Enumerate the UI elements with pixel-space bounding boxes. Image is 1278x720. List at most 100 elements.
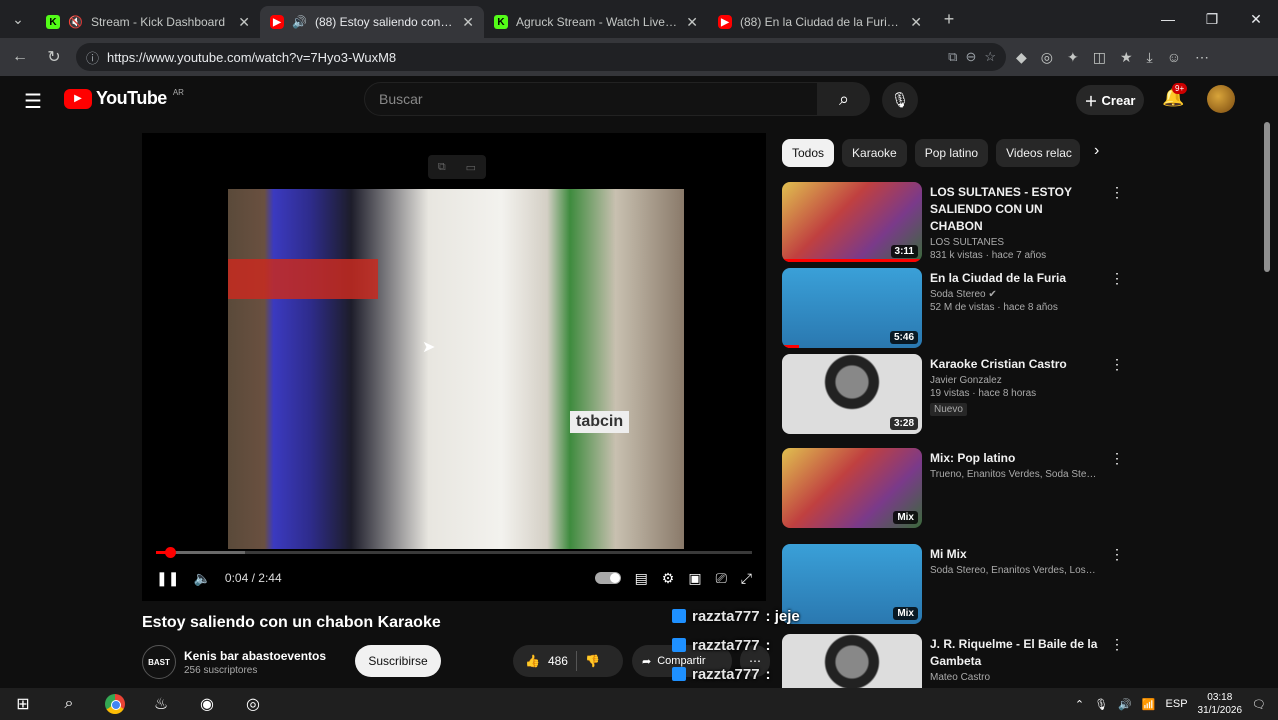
recommendation-thumbnail[interactable]: 3:28: [782, 354, 922, 434]
open-in-app-icon[interactable]: ⧉: [948, 49, 957, 65]
settings-icon[interactable]: ⚙: [662, 570, 675, 587]
miniplayer-icon[interactable]: ▣: [688, 570, 701, 587]
tab-youtube-active[interactable]: ▶ 🔊 (88) Estoy saliendo con un chabon Ka…: [260, 6, 484, 38]
close-tab-icon[interactable]: ✕: [910, 14, 922, 31]
tab-kick-dashboard[interactable]: K 🔇 Stream - Kick Dashboard ✕: [36, 6, 260, 38]
scrollbar[interactable]: [1262, 122, 1272, 682]
theater-icon[interactable]: ▭: [466, 161, 476, 174]
mic-icon[interactable]: 🎙: [1094, 698, 1108, 711]
site-info-icon[interactable]: ⓘ: [86, 48, 99, 67]
like-icon[interactable]: 👍: [525, 654, 540, 668]
chevron-right-icon[interactable]: ›: [1094, 142, 1099, 160]
back-icon[interactable]: ←: [8, 48, 32, 66]
miniplayer-icon[interactable]: ⧉: [438, 161, 446, 174]
recommendation-title[interactable]: Mi Mix: [930, 546, 1098, 563]
recommendation-title[interactable]: Mix: Pop latino: [930, 450, 1098, 467]
menu-icon[interactable]: ☰: [24, 89, 42, 114]
recommendation-thumbnail[interactable]: 3:11: [782, 182, 922, 262]
chip-karaoke[interactable]: Karaoke: [842, 139, 907, 167]
steam-icon[interactable]: ♨: [138, 688, 184, 720]
fullscreen-icon[interactable]: ⤢: [741, 570, 752, 587]
search-icon[interactable]: ⌕: [46, 688, 92, 720]
tab-youtube-furia[interactable]: ▶ (88) En la Ciudad de la Furia - YouTub…: [708, 6, 932, 38]
avatar[interactable]: [1207, 85, 1235, 113]
extension-icon[interactable]: ◆: [1016, 49, 1027, 66]
tab-kick-agruck[interactable]: K Agruck Stream - Watch Live on Kick ✕: [484, 6, 708, 38]
subtitles-icon[interactable]: ▤: [635, 570, 648, 587]
kebab-menu-icon[interactable]: ⋮: [1110, 450, 1124, 467]
video-player[interactable]: ⧉ ▭ tabcin ➤ ❚❚ 🔈 0:04 / 2:44 ▤ ⚙ ▣ ⎚ ⤢: [142, 133, 766, 601]
volume-icon[interactable]: 🔈: [193, 570, 210, 587]
recommendation-item[interactable]: 5:46 En la Ciudad de la Furia Soda Stereo …: [782, 268, 1142, 352]
address-bar[interactable]: ⓘ https://www.youtube.com/watch?v=7Hyo3-…: [76, 43, 1006, 71]
windows-start-icon[interactable]: ⊞: [0, 688, 46, 720]
clock[interactable]: 03:18 31/1/2026: [1198, 691, 1243, 717]
close-tab-icon[interactable]: ✕: [462, 14, 474, 31]
subscribe-button[interactable]: Suscribirse: [355, 645, 441, 677]
kebab-menu-icon[interactable]: ⋮: [1110, 356, 1124, 373]
extension-icon[interactable]: ◎: [1041, 49, 1053, 66]
chrome-taskbar-icon[interactable]: [92, 688, 138, 720]
profile-icon[interactable]: ☺: [1167, 49, 1181, 65]
muted-speaker-icon[interactable]: 🔇: [68, 15, 83, 29]
zoom-icon[interactable]: ⊖: [965, 49, 976, 65]
extensions-puzzle-icon[interactable]: ✦: [1067, 49, 1079, 66]
edge-icon[interactable]: ◉: [184, 688, 230, 720]
pause-icon[interactable]: ❚❚: [156, 570, 179, 587]
scrollbar-thumb[interactable]: [1264, 122, 1270, 272]
tray-chevron-icon[interactable]: ⌃: [1075, 698, 1084, 711]
autoplay-toggle[interactable]: [594, 572, 621, 584]
browser-menu-icon[interactable]: ⋯: [1195, 49, 1209, 66]
youtube-logo[interactable]: ▶ YouTube AR: [64, 88, 184, 109]
speaker-icon[interactable]: 🔊: [292, 15, 307, 29]
notifications-button[interactable]: 🔔 9+: [1162, 83, 1188, 108]
recommendation-thumbnail[interactable]: 5:46: [782, 268, 922, 348]
close-tab-icon[interactable]: ✕: [686, 14, 698, 31]
clock-time: 03:18: [1207, 692, 1233, 703]
kebab-menu-icon[interactable]: ⋮: [1110, 270, 1124, 287]
wifi-icon[interactable]: 📶: [1142, 698, 1156, 711]
channel-name[interactable]: Kenis bar abastoeventos: [184, 649, 326, 663]
search-button[interactable]: ⌕: [818, 82, 870, 116]
channel-avatar[interactable]: BAST: [142, 645, 176, 679]
recommendation-thumbnail[interactable]: Mix: [782, 448, 922, 528]
chip-todos[interactable]: Todos: [782, 139, 835, 167]
voice-search-button[interactable]: 🎙: [882, 82, 918, 118]
recommendation-channel: Trueno, Enanitos Verdes, Soda Stereo y .…: [930, 469, 1098, 480]
video-frame[interactable]: tabcin: [228, 189, 684, 549]
obs-icon[interactable]: ◎: [230, 688, 276, 720]
reload-icon[interactable]: ↻: [42, 47, 66, 67]
kebab-menu-icon[interactable]: ⋮: [1110, 546, 1124, 563]
search-input[interactable]: Buscar: [364, 82, 818, 116]
scrubber-handle[interactable]: [165, 547, 177, 558]
close-tab-icon[interactable]: ✕: [238, 14, 250, 31]
channel-info[interactable]: BAST Kenis bar abastoeventos 256 suscrip…: [142, 645, 326, 679]
restore-icon[interactable]: ❐: [1190, 0, 1234, 38]
bookmark-star-icon[interactable]: ☆: [984, 49, 996, 65]
volume-icon[interactable]: 🔊: [1118, 698, 1132, 711]
recommendation-item[interactable]: 3:28 Karaoke Cristian Castro Javier Gonzal…: [782, 354, 1142, 438]
recommendation-item[interactable]: Mix Mix: Pop latino Trueno, Enanitos Verde…: [782, 448, 1142, 532]
split-view-icon[interactable]: ◫: [1093, 49, 1106, 66]
recommendation-title[interactable]: En la Ciudad de la Furia: [930, 270, 1098, 287]
recommendation-title[interactable]: LOS SULTANES - ESTOY SALIENDO CON UN CHA…: [930, 184, 1098, 235]
download-icon[interactable]: ⤓: [1147, 49, 1153, 66]
favorites-icon[interactable]: ★: [1120, 49, 1133, 66]
progress-bar[interactable]: [156, 547, 752, 558]
player-controls: ❚❚ 🔈 0:04 / 2:44 ▤ ⚙ ▣ ⎚ ⤢: [156, 563, 752, 593]
chip-pop-latino[interactable]: Pop latino: [914, 139, 989, 167]
clock-date: 31/1/2026: [1197, 705, 1243, 716]
close-window-icon[interactable]: ✕: [1234, 0, 1278, 38]
chip-related[interactable]: Videos relac: [996, 139, 1081, 167]
kebab-menu-icon[interactable]: ⋮: [1110, 184, 1124, 201]
dislike-icon[interactable]: 👎: [585, 654, 600, 668]
tab-search-icon[interactable]: ⌄: [0, 0, 36, 38]
cast-icon[interactable]: ⎚: [716, 570, 727, 587]
recommendation-title[interactable]: Karaoke Cristian Castro: [930, 356, 1098, 373]
notification-center-icon[interactable]: 🗨: [1252, 698, 1266, 711]
create-button[interactable]: ＋ Crear: [1076, 85, 1144, 115]
new-tab-button[interactable]: +: [932, 9, 966, 30]
minimize-icon[interactable]: —: [1146, 0, 1190, 38]
language-indicator[interactable]: ESP: [1166, 698, 1188, 710]
recommendation-item[interactable]: 3:11 LOS SULTANES - ESTOY SALIENDO CON UN…: [782, 182, 1142, 266]
